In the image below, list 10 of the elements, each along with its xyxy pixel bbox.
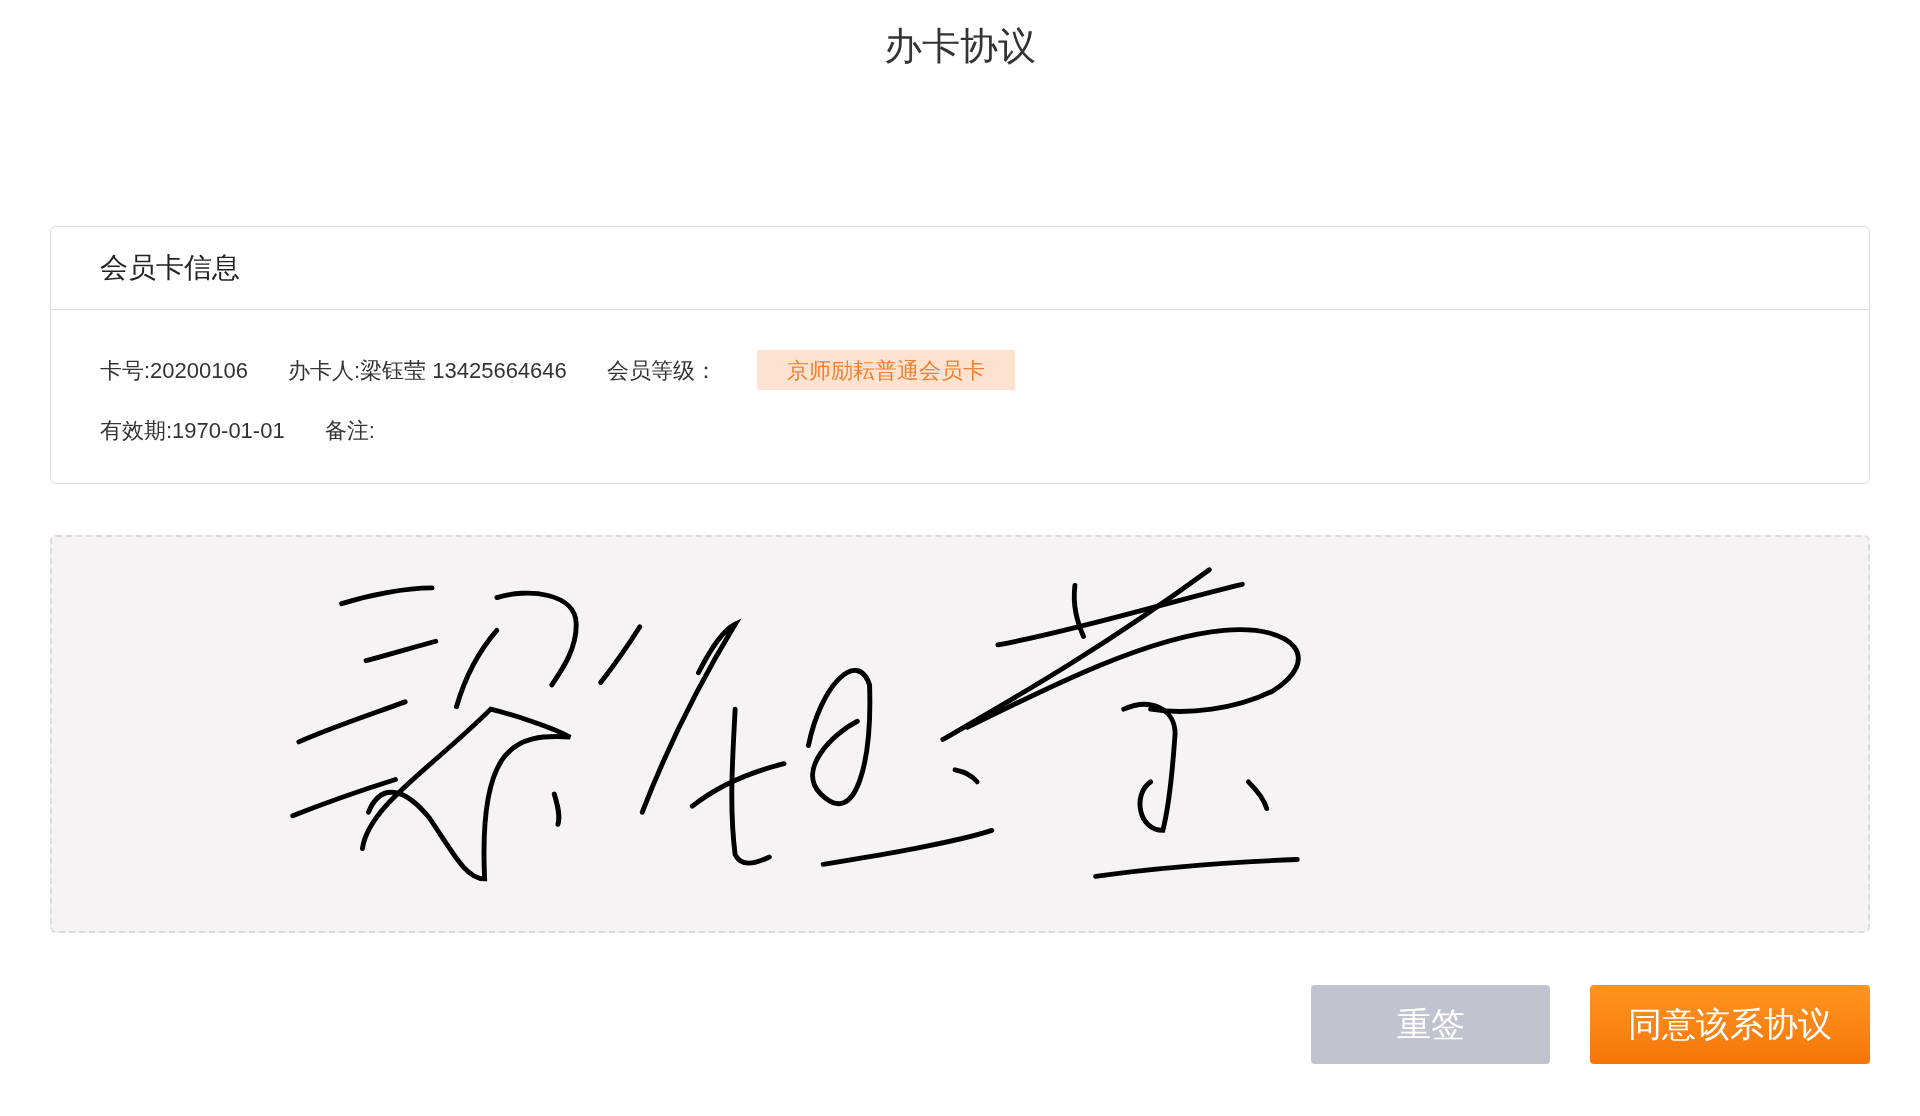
- page-title: 办卡协议: [884, 24, 1036, 68]
- info-label: 办卡人:梁钰莹 13425664646: [288, 356, 567, 385]
- info-label: 卡号:20200106: [100, 356, 248, 385]
- agree-button[interactable]: 同意该系协议: [1590, 985, 1870, 1064]
- resign-button[interactable]: 重签: [1311, 985, 1550, 1064]
- info-label: 会员等级：: [606, 356, 717, 385]
- info-label: 有效期:1970-01-01: [100, 416, 285, 445]
- info-label: 备注:: [324, 416, 375, 445]
- card-title: 会员卡信息: [100, 251, 240, 285]
- level-badge: 京师励耘普通会员卡: [756, 350, 1015, 390]
